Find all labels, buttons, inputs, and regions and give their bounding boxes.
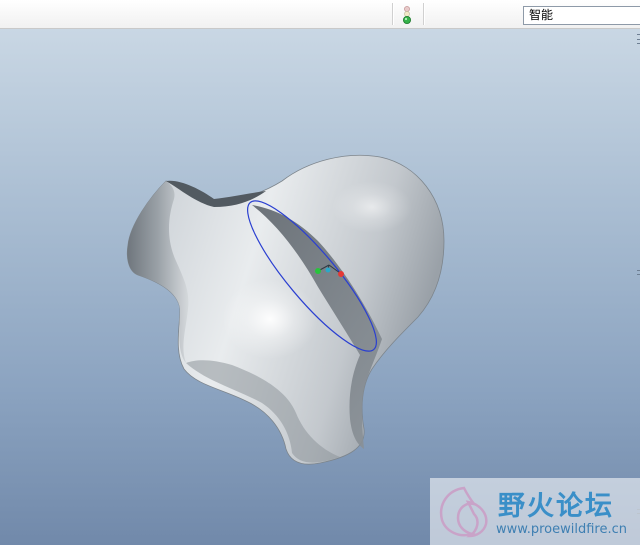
watermark-url: www.proewildfire.cn (496, 522, 627, 537)
flame-logo-icon (439, 486, 488, 538)
toolbar-separator (392, 3, 393, 25)
toolbar-separator (423, 3, 424, 25)
traffic-light-icon[interactable] (401, 5, 413, 25)
watermark-title: 野火论坛 (498, 491, 614, 522)
top-toolbar: 智能 (0, 0, 640, 29)
selection-filter-dropdown[interactable]: 智能 (523, 6, 640, 25)
graphics-viewport[interactable] (0, 29, 640, 545)
freeform-surface-model[interactable] (0, 29, 640, 545)
forum-watermark: 野火论坛 www.proewildfire.cn (430, 478, 640, 545)
